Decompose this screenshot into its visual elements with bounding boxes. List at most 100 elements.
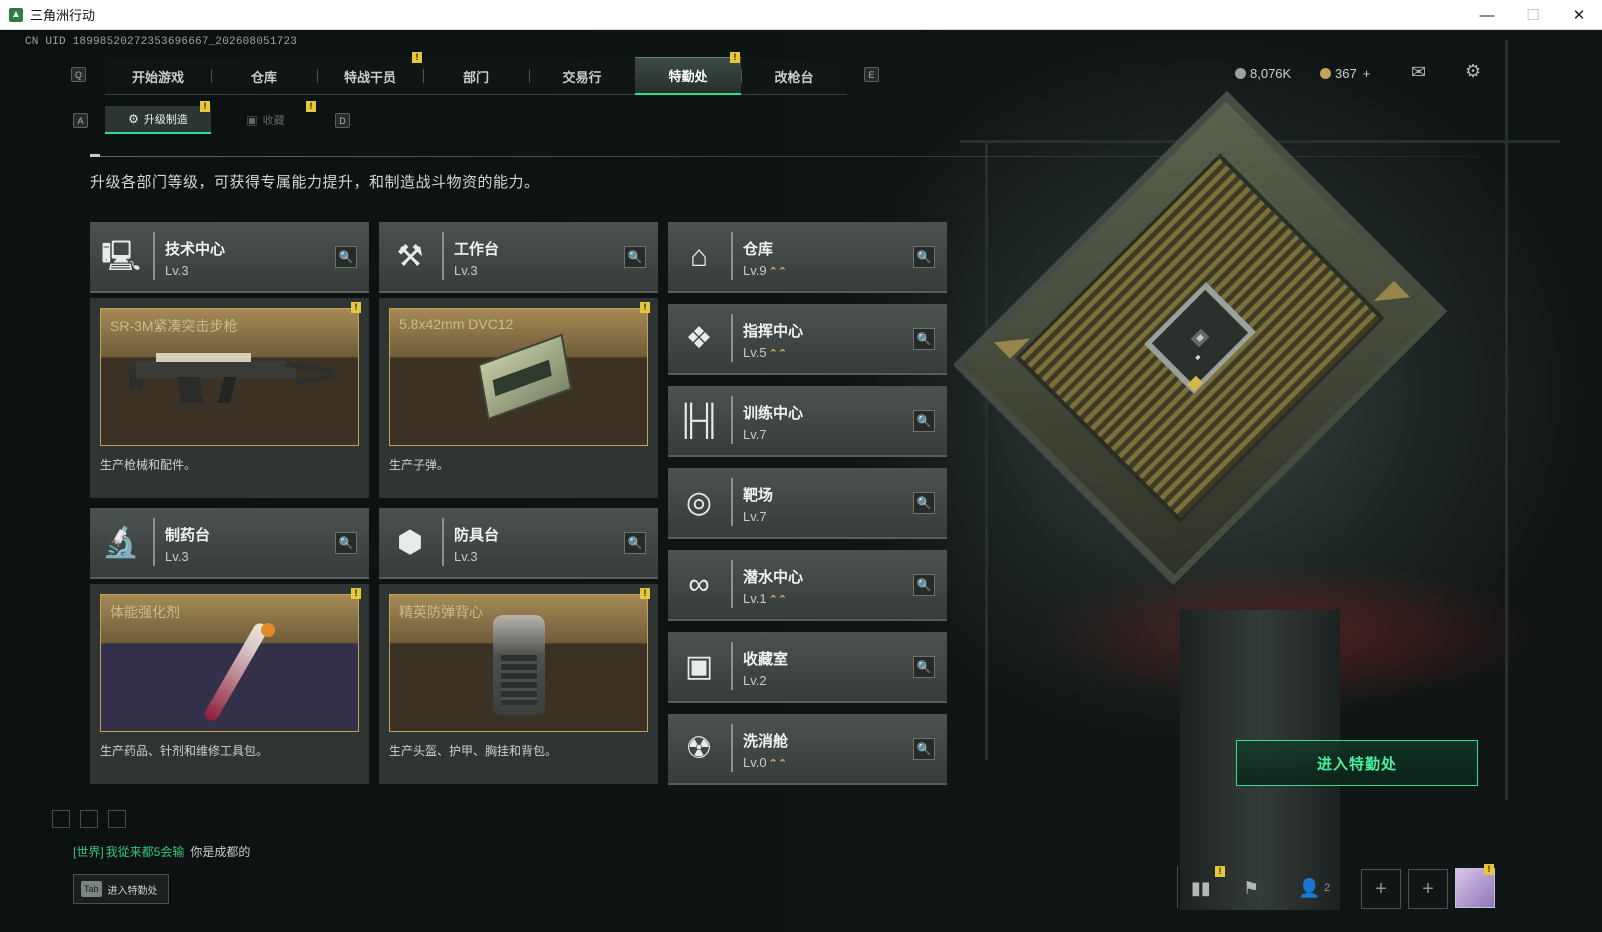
- level-text: Lv.2: [743, 673, 767, 688]
- craft-card-pharmacy[interactable]: 体能强化剂 生产药品、针剂和维修工具包。 !: [90, 584, 369, 784]
- station-pharmacy[interactable]: 🔬 制药台 Lv.3 🔍: [90, 508, 369, 579]
- station-level: Lv.3: [454, 549, 478, 564]
- next-tab-key[interactable]: E: [864, 67, 879, 82]
- station-name: 潜水中心: [743, 569, 804, 586]
- station-decontamination[interactable]: ☢ 洗消舱 Lv.0 ⌃⌃ 🔍: [668, 714, 947, 785]
- station-name: 收藏室: [743, 651, 789, 668]
- station-level: Lv.7: [743, 509, 769, 524]
- search-icon[interactable]: 🔍: [913, 574, 935, 596]
- scaffold-beam: [985, 140, 988, 760]
- tab-gunsmith[interactable]: 改枪台: [741, 57, 847, 95]
- command-chip-icon: ❖: [685, 322, 713, 355]
- minimize-button[interactable]: —: [1464, 0, 1510, 30]
- add-currency-button[interactable]: +: [1363, 66, 1371, 81]
- chat-line[interactable]: [世界] 我從来都5会输 你是成都的: [73, 843, 250, 860]
- monitor-icon: 🖳: [100, 240, 142, 273]
- alert-badge: !: [200, 101, 210, 112]
- silver-coin-icon: [1235, 68, 1246, 79]
- tab-warehouse[interactable]: 仓库: [211, 57, 317, 95]
- tab-special-ops[interactable]: 特勤处: [635, 57, 741, 95]
- station-collection-room[interactable]: ▣ 收藏室 Lv.2 🔍: [668, 632, 947, 703]
- tab-hint-label: 进入特勤处: [107, 885, 158, 897]
- station-name: 技术中心: [165, 241, 226, 258]
- search-icon[interactable]: 🔍: [913, 410, 935, 432]
- tab-label: 部门: [462, 69, 489, 85]
- station-armor[interactable]: ⬢ 防具台 Lv.3 🔍: [379, 508, 658, 579]
- station-command-center[interactable]: ❖ 指挥中心 Lv.5 ⌃⌃ 🔍: [668, 304, 947, 375]
- station-warehouse[interactable]: ⌂ 仓库 Lv.9 ⌃⌃ 🔍: [668, 222, 947, 293]
- station-name: 指挥中心: [743, 323, 804, 340]
- gear-icon[interactable]: ⚙: [1465, 61, 1481, 82]
- upgrade-icon: ⌃⌃: [768, 266, 788, 278]
- prev-tab-key[interactable]: Q: [71, 67, 86, 82]
- page-description: 升级各部门等级，可获得专属能力提升，和制造战斗物资的能力。: [90, 174, 540, 191]
- add-team-slot-button[interactable]: +: [1361, 869, 1401, 909]
- station-level: Lv.7: [743, 427, 769, 442]
- search-icon[interactable]: 🔍: [913, 246, 935, 268]
- tab-operators[interactable]: 特战干员: [317, 57, 423, 95]
- chat-sender[interactable]: 我從来都5会输: [106, 845, 185, 859]
- item-image: 5.8x42mm DVC12: [389, 308, 648, 446]
- search-icon[interactable]: 🔍: [624, 532, 646, 554]
- subtab-upgrade-craft[interactable]: ⚙ 升级制造: [105, 106, 211, 134]
- item-description: 生产枪械和配件。: [100, 458, 197, 472]
- search-icon[interactable]: 🔍: [913, 492, 935, 514]
- search-icon[interactable]: 🔍: [913, 738, 935, 760]
- prev-subtab-key[interactable]: A: [73, 113, 88, 128]
- display-case-icon: ▣: [684, 650, 714, 683]
- level-text: Lv.7: [743, 509, 767, 524]
- diving-mask-icon: ∞: [688, 568, 710, 601]
- station-shooting-range[interactable]: ◎ 靶场 Lv.7 🔍: [668, 468, 947, 539]
- subtab-collection[interactable]: ▣ 收藏: [213, 106, 318, 134]
- station-workbench[interactable]: ⚒ 工作台 Lv.3 🔍: [379, 222, 658, 293]
- craft-card-workbench[interactable]: 5.8x42mm DVC12 生产子弹。 !: [379, 298, 658, 498]
- chat-message: 你是成都的: [190, 845, 251, 859]
- station-tech-center[interactable]: 🖳 技术中心 Lv.3 🔍: [90, 222, 369, 293]
- search-icon[interactable]: 🔍: [913, 328, 935, 350]
- silver-currency: 8,076K: [1235, 66, 1291, 81]
- tab-department[interactable]: 部门: [423, 57, 529, 95]
- search-icon[interactable]: 🔍: [913, 656, 935, 678]
- craft-card-armor[interactable]: 精英防弹背心 生产头盔、护甲、胸挂和背包。 !: [379, 584, 658, 784]
- window-title: 三角洲行动: [30, 8, 96, 23]
- stats-chart-icon[interactable]: ▮▮: [1191, 878, 1211, 899]
- search-icon[interactable]: 🔍: [335, 246, 357, 268]
- tab-label: 仓库: [250, 69, 277, 85]
- craft-card-tech-center[interactable]: SR-3M紧凑突击步枪 生产枪械和配件。 !: [90, 298, 369, 498]
- station-diving-center[interactable]: ∞ 潜水中心 Lv.1 ⌃⌃ 🔍: [668, 550, 947, 621]
- maximize-button[interactable]: ☐: [1510, 0, 1556, 30]
- mail-icon[interactable]: ✉: [1411, 62, 1426, 83]
- search-icon[interactable]: 🔍: [335, 532, 357, 554]
- friends-icon[interactable]: 👤: [1298, 878, 1320, 899]
- subtab-label: 升级制造: [143, 114, 188, 126]
- item-image: 体能强化剂: [100, 594, 359, 732]
- level-text: Lv.9: [743, 263, 767, 278]
- station-name: 防具台: [454, 527, 500, 544]
- enter-special-ops-button[interactable]: 进入特勤处: [1236, 740, 1478, 786]
- tab-start-game[interactable]: 开始游戏: [105, 57, 211, 95]
- flag-icon[interactable]: ⚑: [1243, 878, 1259, 899]
- gold-currency[interactable]: 367 +: [1320, 66, 1370, 81]
- item-name: 体能强化剂: [110, 604, 180, 620]
- station-level: Lv.0 ⌃⌃: [743, 755, 787, 770]
- alert-badge: !: [412, 52, 422, 63]
- item-name: 精英防弹背心: [399, 604, 483, 620]
- station-training-center[interactable]: ╟╢ 训练中心 Lv.7 🔍: [668, 386, 947, 457]
- divider: [1177, 866, 1178, 908]
- app-logo-icon: ▲: [9, 7, 23, 22]
- search-icon[interactable]: 🔍: [624, 246, 646, 268]
- target-icon: ◎: [685, 486, 713, 519]
- close-button[interactable]: ✕: [1556, 0, 1602, 30]
- add-team-slot-button[interactable]: +: [1408, 869, 1448, 909]
- hazmat-icon: ☢: [685, 732, 713, 765]
- app-window: ▲ 三角洲行动 — ☐ ✕ CN UID 1899852027235369666…: [0, 0, 1602, 932]
- scaffold-beam: [1505, 40, 1508, 800]
- tab-trading[interactable]: 交易行: [529, 57, 635, 95]
- next-subtab-key[interactable]: D: [335, 113, 350, 128]
- station-level: Lv.9 ⌃⌃: [743, 263, 787, 278]
- tab-hint-button[interactable]: Tab 进入特勤处: [73, 874, 169, 904]
- divider: [90, 156, 1480, 157]
- station-name: 洗消舱: [743, 733, 789, 750]
- dumbbell-icon: ╟╢: [677, 404, 721, 437]
- station-name: 工作台: [454, 241, 500, 258]
